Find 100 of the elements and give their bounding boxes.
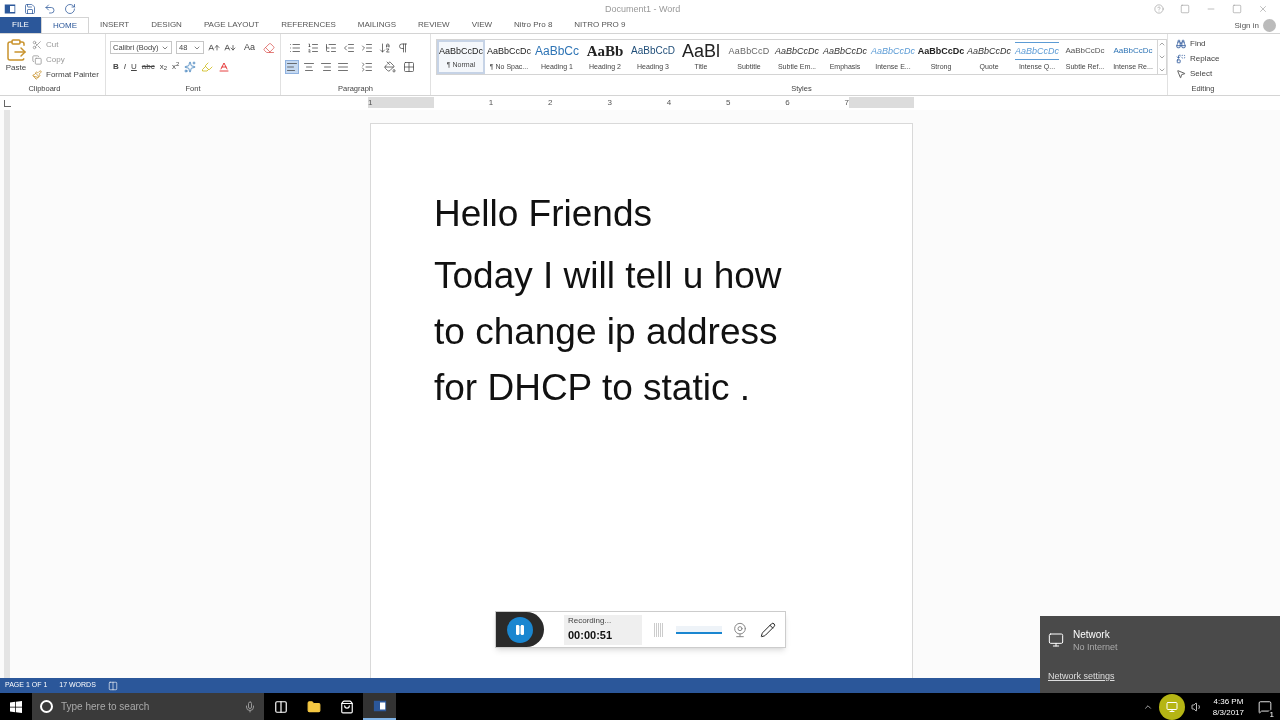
format-button[interactable]: B <box>113 60 119 73</box>
copy-icon <box>32 55 42 65</box>
clock-time[interactable]: 4:36 PM <box>1213 695 1244 707</box>
pause-icon <box>514 623 526 636</box>
scroll-up-icon <box>1158 40 1166 48</box>
ruler-number: 7 <box>843 97 849 108</box>
taskbar-search-field[interactable]: Type here to search <box>32 693 264 720</box>
scissors-icon <box>32 40 42 50</box>
font-color-icon[interactable] <box>218 60 231 73</box>
numbering-icon[interactable] <box>307 42 319 54</box>
audio-meter-icon <box>654 622 666 637</box>
taskbar-app[interactable] <box>363 693 396 720</box>
body-text-line: for DHCP to static . <box>434 366 751 410</box>
align-icon <box>303 61 315 73</box>
format-button[interactable]: x$_{2}$ <box>159 60 168 73</box>
volume-icon[interactable] <box>1190 700 1203 713</box>
paintbrush-icon <box>32 70 42 80</box>
ruler-number: 1 <box>368 97 373 108</box>
word-app-icon <box>372 698 387 713</box>
ruler-number: 4 <box>665 97 672 108</box>
pencil-icon[interactable] <box>760 621 776 638</box>
clear-formatting-icon[interactable] <box>263 41 275 54</box>
ruler-number: 5 <box>724 97 731 108</box>
network-settings-link[interactable]: Network settings <box>1048 669 1272 683</box>
format-painter-button[interactable]: Format Painter <box>32 69 99 81</box>
pause-button[interactable] <box>507 616 533 643</box>
recording-status: Recording... <box>568 615 613 628</box>
windows-start-icon[interactable] <box>10 700 22 713</box>
ribbon-tab[interactable]: VIEW <box>460 17 504 33</box>
volume-slider[interactable] <box>676 625 722 634</box>
shrink-font-icon[interactable] <box>224 41 236 54</box>
pilcrow-icon[interactable] <box>397 42 409 54</box>
replace-button[interactable]: Replace <box>1176 53 1230 65</box>
paste-button[interactable]: Paste <box>4 38 28 83</box>
folder-icon <box>306 699 321 714</box>
network-name[interactable]: Network <box>1073 628 1118 641</box>
format-button[interactable]: U <box>131 60 137 73</box>
align-button[interactable] <box>302 60 316 74</box>
format-button[interactable]: I <box>123 60 126 73</box>
notification-badge: 1 <box>1267 709 1276 719</box>
clipboard-icon <box>4 38 28 62</box>
file-tab[interactable]: FILE <box>0 17 41 33</box>
ribbon-tab[interactable]: NITRO PRO 9 <box>563 17 637 33</box>
ruler-number: 3 <box>606 97 612 108</box>
wired-network-icon <box>1048 632 1064 648</box>
ribbon-tab[interactable]: REFERENCES <box>270 17 347 33</box>
body-text-line: Today I will tell u how <box>434 254 783 298</box>
network-status: No Internet <box>1073 641 1118 654</box>
format-button[interactable]: x$^{2}$ <box>172 60 180 73</box>
recording-timer: 00:00:51 <box>568 628 614 644</box>
borders-icon[interactable] <box>403 61 415 73</box>
replace-icon <box>1176 54 1186 64</box>
align-icon <box>337 61 349 73</box>
ribbon-tab[interactable]: PAGE LAYOUT <box>192 17 271 33</box>
cortana-icon <box>40 700 53 713</box>
ruler-number: 2 <box>547 97 553 108</box>
ribbon-tab[interactable]: Nitro Pro 8 <box>503 17 564 33</box>
sign-in-link[interactable]: Sign in <box>1234 19 1259 32</box>
scroll-down-icon <box>1158 53 1166 61</box>
tab-selector[interactable] <box>4 99 11 107</box>
line-spacing-icon[interactable] <box>361 61 373 73</box>
align-button[interactable] <box>285 60 299 74</box>
gallery-scroll[interactable] <box>1158 39 1167 75</box>
grow-font-icon[interactable] <box>208 41 220 54</box>
align-icon <box>286 61 298 73</box>
shading-icon[interactable] <box>384 61 396 73</box>
align-button[interactable] <box>336 60 350 74</box>
microphone-icon[interactable] <box>244 700 256 713</box>
clock-date[interactable]: 8/3/2017 <box>1212 706 1244 718</box>
pointer-icon <box>1176 69 1186 79</box>
align-button[interactable] <box>319 60 333 74</box>
undo-icon[interactable] <box>44 2 56 15</box>
increase-indent-icon[interactable] <box>361 42 373 54</box>
ribbon-tab[interactable]: MAILINGS <box>346 17 408 33</box>
body-text-line: to change ip address <box>434 310 779 354</box>
sort-icon[interactable] <box>379 42 391 54</box>
task-view-icon <box>273 699 288 714</box>
find-button[interactable]: Find <box>1176 38 1230 50</box>
ribbon-tab[interactable]: DESIGN <box>140 17 193 33</box>
text-effects-icon[interactable] <box>184 60 197 73</box>
ribbon-tab[interactable]: INSERT <box>89 17 141 33</box>
notifications-icon[interactable] <box>1258 699 1272 714</box>
read-mode-icon[interactable] <box>107 680 118 691</box>
decrease-indent-icon[interactable] <box>343 42 355 54</box>
change-case-button[interactable]: Aa <box>240 41 259 55</box>
repeat-icon[interactable] <box>64 2 76 15</box>
ruler-number: 1 <box>487 97 494 108</box>
webcam-icon[interactable] <box>732 621 748 638</box>
ruler-number: 6 <box>784 97 790 108</box>
align-icon <box>320 61 332 73</box>
heading-text: Hello Friends <box>434 192 653 236</box>
window-title: Document1 - Word <box>605 3 681 16</box>
format-button[interactable]: abc <box>141 60 155 73</box>
save-icon[interactable] <box>24 2 36 15</box>
bullets-icon[interactable] <box>289 42 301 54</box>
multilevel-list-icon[interactable] <box>325 42 337 54</box>
ribbon-tab[interactable]: HOME <box>41 17 89 33</box>
avatar-icon <box>1263 19 1276 32</box>
ribbon-tab[interactable]: REVIEW <box>407 17 461 33</box>
select-button[interactable]: Select <box>1176 68 1230 80</box>
